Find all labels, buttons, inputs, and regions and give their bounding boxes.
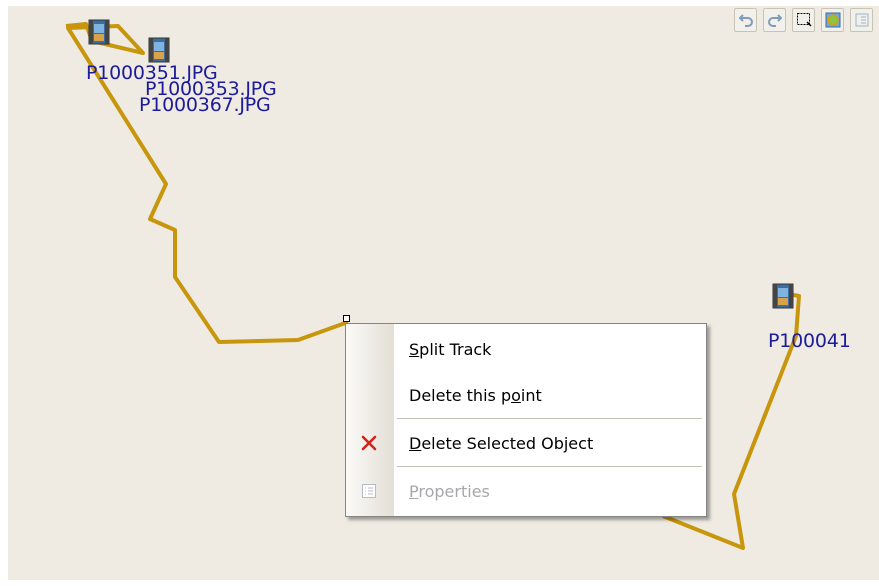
split-track-label: Split Track — [409, 339, 492, 359]
photo-marker-icon[interactable] — [86, 18, 112, 48]
properties-label: Properties — [409, 481, 490, 501]
properties-button[interactable] — [850, 8, 873, 32]
delete-point-menu-item[interactable]: Delete this point — [346, 374, 706, 416]
track-point-handle[interactable] — [343, 315, 350, 322]
redo-icon — [767, 14, 782, 27]
split-track-menu-item[interactable]: Split Track — [346, 328, 706, 370]
map-toolbar — [734, 8, 873, 32]
properties-menu-item[interactable]: Properties — [346, 470, 706, 512]
redo-button[interactable] — [763, 8, 786, 32]
undo-icon — [738, 14, 753, 27]
select-area-button[interactable] — [792, 8, 815, 32]
edit-map-button[interactable] — [821, 8, 844, 32]
delete-selected-menu-item[interactable]: Delete Selected Object — [346, 422, 706, 464]
photo-label[interactable]: P100041 — [768, 332, 851, 351]
properties-icon — [358, 480, 380, 502]
photo-marker-icon[interactable] — [770, 282, 796, 312]
menu-separator — [397, 466, 702, 467]
delete-point-label: Delete this point — [409, 385, 542, 405]
delete-selected-label: Delete Selected Object — [409, 433, 594, 453]
edit-map-icon — [825, 12, 840, 28]
select-area-icon — [796, 13, 812, 27]
delete-x-icon — [358, 432, 380, 454]
properties-icon — [855, 13, 868, 27]
photo-label[interactable]: P1000367.JPG — [139, 96, 271, 115]
menu-separator — [397, 418, 702, 419]
context-menu: Split Track Delete this point Delete Sel… — [345, 323, 707, 517]
undo-button[interactable] — [734, 8, 757, 32]
